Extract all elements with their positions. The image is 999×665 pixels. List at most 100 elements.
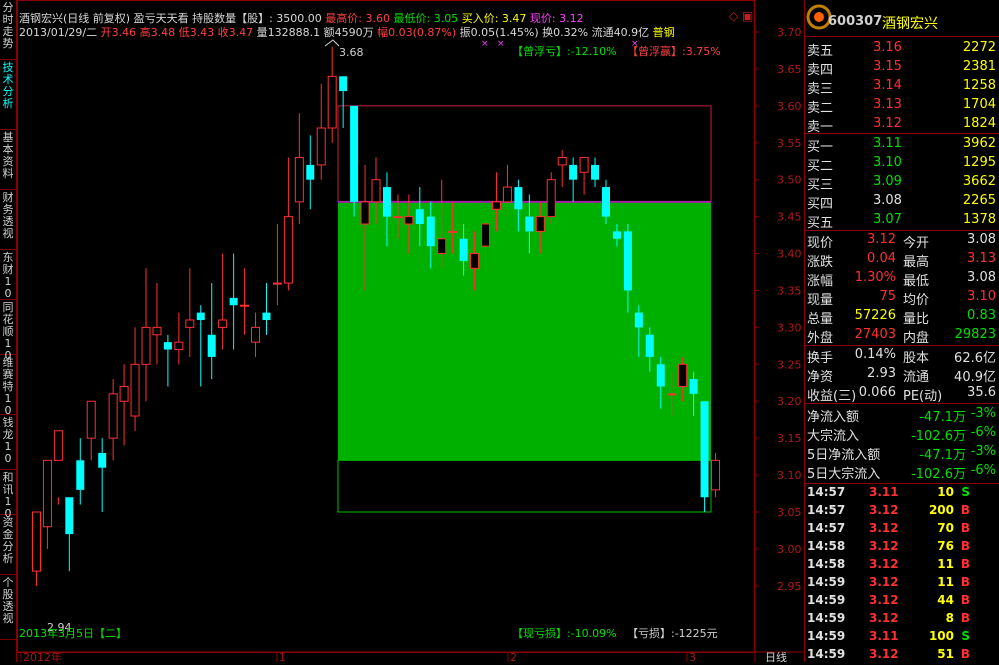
tick-time: 14:58: [807, 539, 846, 553]
quote-label: 涨幅: [807, 274, 834, 289]
quote-label: 外盘: [807, 331, 834, 346]
y-axis-tick: 3.25: [777, 358, 802, 371]
x-axis-tick: 2: [510, 651, 517, 662]
candle[interactable]: [53, 430, 63, 505]
bid-row: 买三 3.09 3662: [805, 174, 999, 193]
bid-row: 买二 3.10 1295: [805, 155, 999, 174]
divider: [805, 230, 999, 231]
candle[interactable]: [86, 400, 96, 461]
tick-volume: 70: [937, 521, 954, 535]
side-tab-10[interactable]: 个 股 透 视: [0, 575, 16, 640]
candle[interactable]: [163, 334, 172, 387]
low-zone-box: [337, 459, 712, 513]
side-tab-9[interactable]: 资 金 分 析: [0, 515, 16, 575]
candle[interactable]: [174, 312, 184, 365]
candle[interactable]: [591, 157, 600, 188]
candle[interactable]: [306, 135, 315, 210]
candle[interactable]: [108, 379, 118, 461]
candle[interactable]: [76, 438, 85, 505]
candle[interactable]: [711, 452, 721, 498]
candle[interactable]: [42, 459, 52, 549]
quote-value: 3.12: [867, 232, 896, 247]
bid-label: 买三: [807, 178, 834, 193]
candle[interactable]: [240, 268, 250, 335]
divider: [805, 483, 999, 484]
flow-label: 5日净流入额: [807, 448, 881, 463]
candle[interactable]: [229, 253, 238, 350]
period-label: 日线: [765, 650, 787, 662]
candle[interactable]: [152, 283, 162, 365]
quote-value: 27403: [854, 327, 896, 342]
candle[interactable]: [141, 268, 151, 402]
x-axis-tick: 2012年: [23, 650, 62, 662]
candle[interactable]: [579, 157, 589, 195]
side-tab-6[interactable]: 维 赛 特 1 0: [0, 355, 16, 417]
y-axis-tick: 3.55: [777, 137, 802, 150]
quote-value: 3.13: [967, 251, 996, 266]
divider: [805, 345, 999, 346]
divider: [805, 403, 999, 404]
tick-price: 3.12: [869, 593, 899, 607]
quote-value: 0.83: [967, 308, 996, 323]
candle[interactable]: [272, 224, 282, 306]
tick-volume: 44: [937, 593, 954, 607]
stock-code: 600307: [828, 14, 883, 29]
candle[interactable]: [251, 312, 261, 357]
side-tab-4[interactable]: 东 财 1 0: [0, 250, 16, 300]
candle[interactable]: [119, 364, 129, 446]
candle[interactable]: [700, 401, 709, 512]
side-tab-3[interactable]: 财 务 透 视: [0, 190, 16, 250]
flow-percent: -6%: [970, 463, 996, 478]
flow-amount: -102.6万: [911, 467, 966, 482]
tick-time: 14:57: [807, 485, 846, 499]
tick-price: 3.12: [869, 521, 899, 535]
y-axis-tick: 3.15: [777, 432, 802, 445]
ask-label: 卖三: [807, 82, 834, 97]
fund-value: 62.6亿: [954, 351, 996, 366]
chart-option-icon[interactable]: ◇ ▣: [729, 9, 753, 23]
trade-marker: ×: [497, 39, 505, 49]
candle[interactable]: [31, 511, 41, 586]
loss-zone-fill: [338, 201, 711, 461]
candle[interactable]: [569, 157, 578, 202]
candle[interactable]: [185, 268, 195, 357]
candle[interactable]: [339, 76, 348, 128]
tick-price: 3.12: [869, 503, 899, 517]
cursor-date-label: 2013年3月5日【二】: [19, 626, 127, 640]
bid-volume: 1378: [962, 212, 996, 227]
candle[interactable]: [283, 157, 293, 291]
y-axis-tick: 3.35: [777, 284, 802, 297]
ask-row: 卖五 3.16 2272: [805, 40, 999, 59]
candlestick-chart[interactable]: ◇ ▣ 3.70 3.65 3.60 3.55 3.50 3.45 3.40 3.35 3.30 3…: [17, 0, 805, 662]
fund-value: 0.066: [858, 385, 896, 400]
quote-value: 0.04: [867, 251, 896, 266]
side-tab-7[interactable]: 钱 龙 1 0: [0, 415, 16, 470]
candle[interactable]: [262, 283, 271, 335]
fund-label: 净资: [807, 370, 834, 385]
candle[interactable]: [207, 283, 216, 380]
side-tab-5[interactable]: 同 花 顺 1 0: [0, 300, 16, 362]
side-tab-1[interactable]: 技 术 分 析: [0, 60, 16, 130]
flow-row: 净流入额 -47.1万 -3%: [805, 406, 999, 425]
candle[interactable]: [557, 150, 567, 188]
candle[interactable]: [196, 305, 205, 387]
trade-tick-row: 14:59 3.12 44 B: [805, 593, 999, 611]
candle[interactable]: [316, 83, 326, 180]
candle[interactable]: [327, 46, 337, 143]
side-tab-2[interactable]: 基 本 资 料: [0, 130, 16, 190]
quote-value: 1.30%: [854, 270, 896, 285]
quote-value: 75: [879, 289, 896, 304]
side-tab-0[interactable]: 分 时 走 势: [0, 0, 16, 60]
candle[interactable]: [98, 438, 107, 512]
candle[interactable]: [65, 497, 74, 572]
candle[interactable]: [350, 105, 359, 217]
tick-time: 14:59: [807, 647, 846, 661]
side-tab-8[interactable]: 和 讯 1 0: [0, 470, 16, 520]
candle[interactable]: [218, 253, 228, 350]
tick-volume: 51: [937, 647, 954, 661]
quote-value: 3.08: [967, 232, 996, 247]
candle[interactable]: [130, 327, 140, 431]
quote-label: 最低: [903, 274, 930, 289]
candle[interactable]: [294, 113, 304, 224]
candle[interactable]: [546, 172, 556, 224]
